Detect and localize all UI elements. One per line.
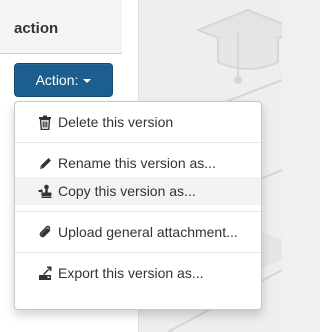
menu-divider — [15, 211, 261, 212]
menu-item-upload-attachment[interactable]: Upload general attachment... — [15, 218, 261, 246]
copy-stamp-icon — [37, 183, 53, 199]
action-dropdown-menu: Delete this version Rename this version … — [14, 101, 262, 310]
menu-item-copy-version[interactable]: Copy this version as... — [15, 177, 261, 205]
menu-item-rename-version[interactable]: Rename this version as... — [15, 149, 261, 177]
trash-icon — [37, 114, 53, 130]
paperclip-icon — [37, 224, 53, 240]
action-column-header-label: action — [14, 20, 59, 37]
menu-item-label: Delete this version — [58, 114, 174, 130]
export-icon — [37, 265, 53, 281]
menu-item-label: Upload general attachment... — [58, 224, 238, 240]
menu-item-label: Export this version as... — [58, 265, 204, 281]
action-dropdown-button[interactable]: Action: — [14, 63, 113, 97]
action-column-header: action — [0, 0, 122, 54]
menu-item-label: Rename this version as... — [58, 155, 216, 171]
action-button-label: Action: — [35, 72, 79, 88]
pencil-icon — [37, 155, 53, 171]
caret-down-icon — [83, 79, 92, 83]
menu-item-delete-version[interactable]: Delete this version — [15, 108, 261, 136]
menu-divider — [15, 142, 261, 143]
menu-item-label: Copy this version as... — [58, 183, 196, 199]
menu-divider — [15, 252, 261, 253]
menu-item-export-version[interactable]: Export this version as... — [15, 259, 261, 287]
